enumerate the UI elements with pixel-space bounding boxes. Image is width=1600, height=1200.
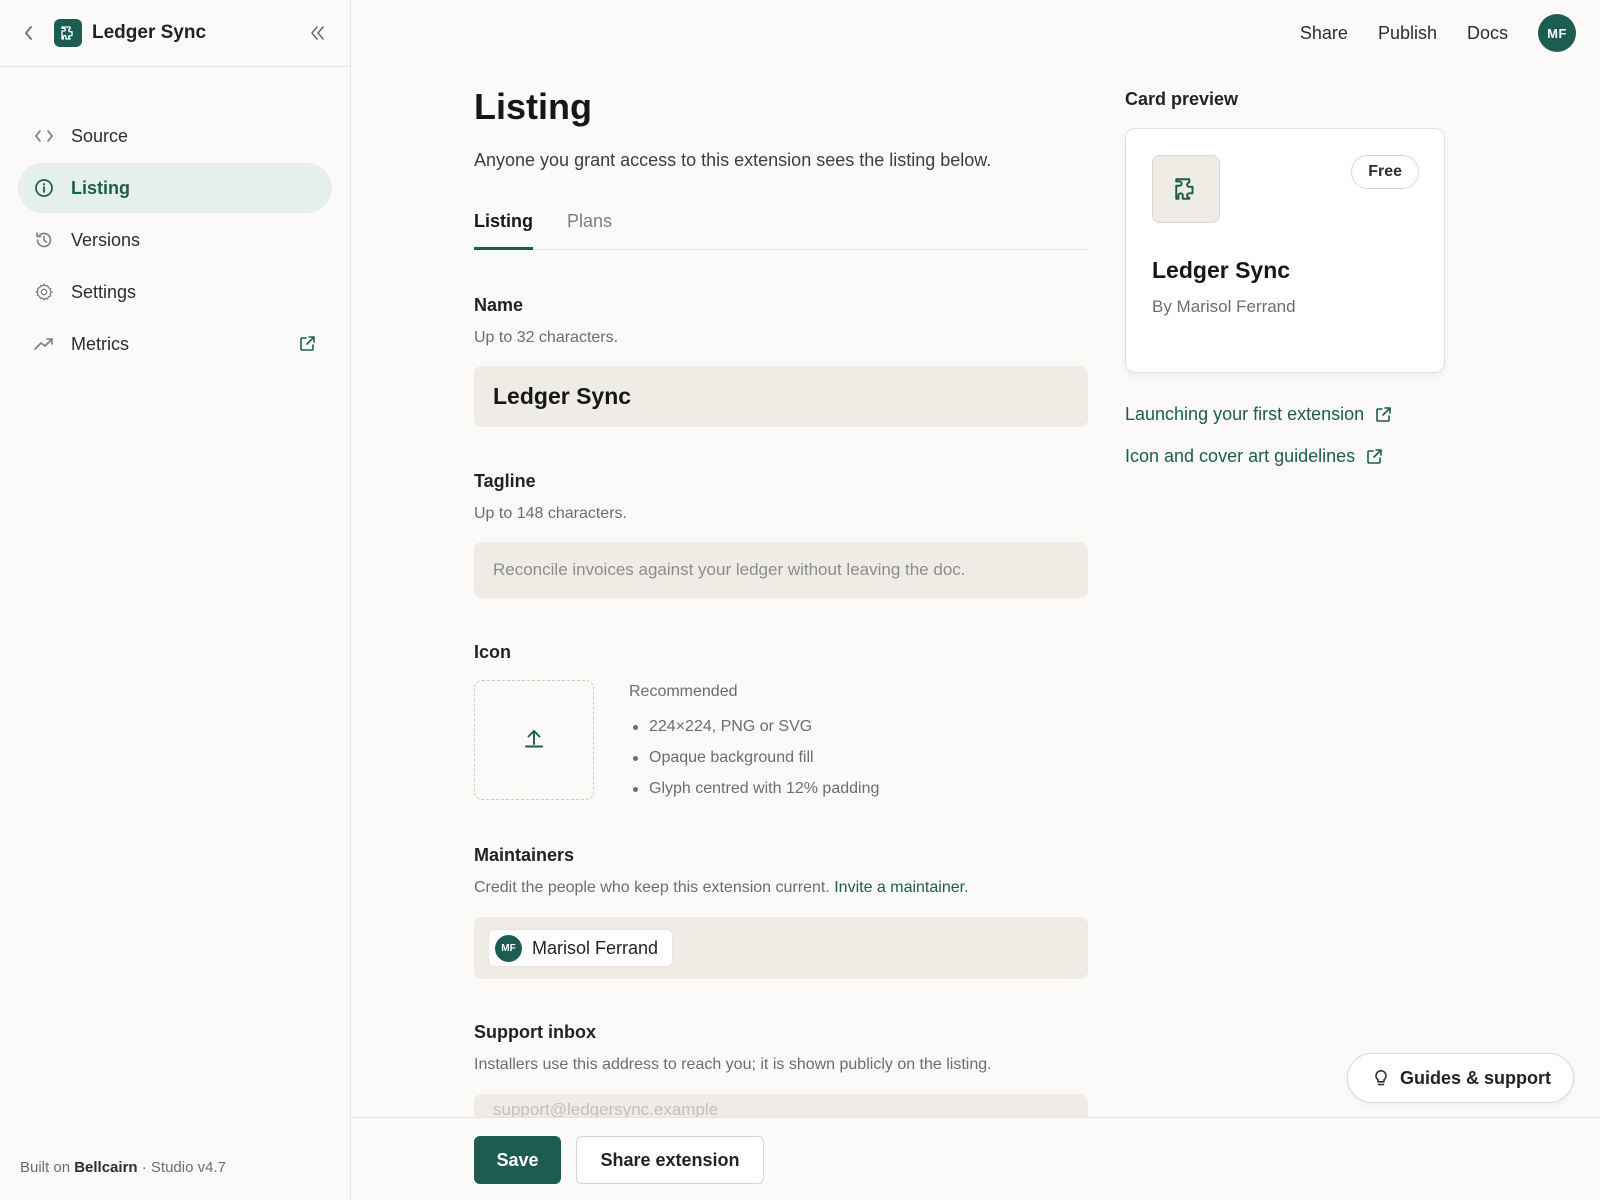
maintainers-help-text: Credit the people who keep this extensio… bbox=[474, 879, 835, 896]
sidebar-item-metrics[interactable]: Metrics bbox=[18, 319, 332, 369]
user-avatar[interactable]: MF bbox=[1538, 14, 1576, 52]
recommendation-item: 224×224, PNG or SVG bbox=[629, 716, 879, 747]
maintainers-field[interactable]: MF Marisol Ferrand bbox=[474, 917, 1088, 979]
back-chevron-icon[interactable] bbox=[20, 24, 38, 42]
guides-support-label: Guides & support bbox=[1399, 1067, 1551, 1088]
tagline-help: Up to 148 characters. bbox=[474, 505, 627, 522]
sidebar-item-label: Source bbox=[71, 125, 129, 146]
tab-listing[interactable]: Listing bbox=[474, 211, 533, 250]
icon-recommended-title: Recommended bbox=[629, 683, 738, 700]
upload-icon bbox=[523, 727, 545, 754]
card-author: By Marisol Ferrand bbox=[1152, 297, 1296, 316]
tabs: Listing Plans bbox=[474, 205, 1088, 250]
sidebar-item-label: Settings bbox=[71, 281, 137, 302]
page-subtitle: Anyone you grant access to this extensio… bbox=[474, 150, 992, 170]
external-link-icon bbox=[298, 335, 316, 353]
sidebar-item-listing[interactable]: Listing bbox=[18, 163, 332, 213]
help-link-icon-guidelines[interactable]: Icon and cover art guidelines bbox=[1125, 446, 1383, 467]
maintainers-label: Maintainers bbox=[474, 845, 575, 865]
save-button[interactable]: Save bbox=[474, 1136, 561, 1184]
recommendation-item: Opaque background fill bbox=[629, 747, 879, 778]
app-name: Ledger Sync bbox=[92, 22, 207, 43]
footer-version: · Studio v4.7 bbox=[137, 1159, 226, 1176]
sidebar: Ledger Sync Source Listing Versions Sett… bbox=[0, 0, 351, 1200]
tagline-input[interactable] bbox=[474, 542, 1088, 598]
sidebar-item-label: Listing bbox=[71, 177, 130, 198]
maintainer-name: Marisol Ferrand bbox=[532, 937, 659, 958]
top-links: Share Publish Docs MF bbox=[1270, 14, 1576, 52]
card-extension-name: Ledger Sync bbox=[1152, 257, 1291, 283]
top-bar: Share Publish Docs MF bbox=[352, 0, 1600, 67]
tab-plans[interactable]: Plans bbox=[567, 211, 612, 250]
recommendation-item: Glyph centred with 12% padding bbox=[629, 778, 879, 809]
share-extension-button[interactable]: Share extension bbox=[576, 1136, 764, 1184]
support-inbox-placeholder: support@ledgersync.example bbox=[493, 1100, 719, 1118]
support-help: Installers use this address to reach you… bbox=[474, 1056, 992, 1073]
maintainer-chip[interactable]: MF Marisol Ferrand bbox=[488, 929, 674, 967]
tagline-label: Tagline bbox=[474, 471, 536, 491]
lightbulb-icon bbox=[1372, 1069, 1390, 1087]
help-link-label: Icon and cover art guidelines bbox=[1125, 446, 1356, 466]
card-preview: Free Ledger Sync By Marisol Ferrand bbox=[1125, 128, 1445, 373]
info-icon bbox=[34, 178, 54, 198]
icon-recommendations: 224×224, PNG or SVG Opaque background fi… bbox=[629, 716, 879, 809]
sidebar-item-label: Metrics bbox=[71, 333, 129, 354]
history-icon bbox=[34, 230, 54, 250]
support-inbox-input[interactable]: support@ledgersync.example bbox=[474, 1094, 1088, 1118]
code-icon bbox=[34, 126, 54, 146]
guides-support-button[interactable]: Guides & support bbox=[1346, 1053, 1574, 1103]
trend-icon bbox=[34, 334, 54, 354]
icon-upload-dropzone[interactable] bbox=[474, 680, 594, 800]
top-link-share[interactable]: Share bbox=[1300, 23, 1348, 44]
puzzle-icon bbox=[1152, 155, 1220, 223]
sidebar-item-versions[interactable]: Versions bbox=[18, 215, 332, 265]
maintainer-avatar: MF bbox=[495, 934, 522, 962]
price-badge: Free bbox=[1351, 155, 1419, 189]
sidebar-header: Ledger Sync bbox=[0, 0, 350, 67]
maintainers-help: Credit the people who keep this extensio… bbox=[474, 879, 969, 897]
icon-label: Icon bbox=[474, 642, 512, 662]
external-link-icon bbox=[1365, 448, 1383, 466]
sidebar-item-settings[interactable]: Settings bbox=[18, 267, 332, 317]
sidebar-item-source[interactable]: Source bbox=[18, 111, 332, 161]
app-logo-icon bbox=[54, 19, 82, 47]
sidebar-nav: Source Listing Versions Settings Metrics bbox=[0, 67, 350, 369]
support-label: Support inbox bbox=[474, 1022, 596, 1042]
name-help: Up to 32 characters. bbox=[474, 329, 619, 346]
external-link-icon bbox=[1374, 406, 1392, 424]
footer-brand: Bellcairn bbox=[74, 1159, 138, 1176]
top-link-docs[interactable]: Docs bbox=[1467, 23, 1508, 44]
footer-prefix: Built on bbox=[20, 1159, 75, 1176]
sidebar-footer: Built on Bellcairn · Studio v4.7 bbox=[20, 1159, 226, 1176]
gear-icon bbox=[34, 282, 54, 302]
help-link-label: Launching your first extension bbox=[1125, 404, 1365, 424]
card-preview-title: Card preview bbox=[1125, 89, 1239, 109]
action-bar: Save Share extension bbox=[352, 1117, 1600, 1200]
name-input[interactable] bbox=[474, 366, 1088, 427]
invite-maintainer-link[interactable]: Invite a maintainer. bbox=[834, 879, 968, 896]
top-link-publish[interactable]: Publish bbox=[1378, 23, 1437, 44]
page-title: Listing bbox=[474, 86, 592, 127]
name-label: Name bbox=[474, 295, 524, 315]
help-link-launching[interactable]: Launching your first extension bbox=[1125, 404, 1392, 425]
collapse-sidebar-icon[interactable] bbox=[306, 22, 328, 44]
sidebar-item-label: Versions bbox=[71, 229, 141, 250]
